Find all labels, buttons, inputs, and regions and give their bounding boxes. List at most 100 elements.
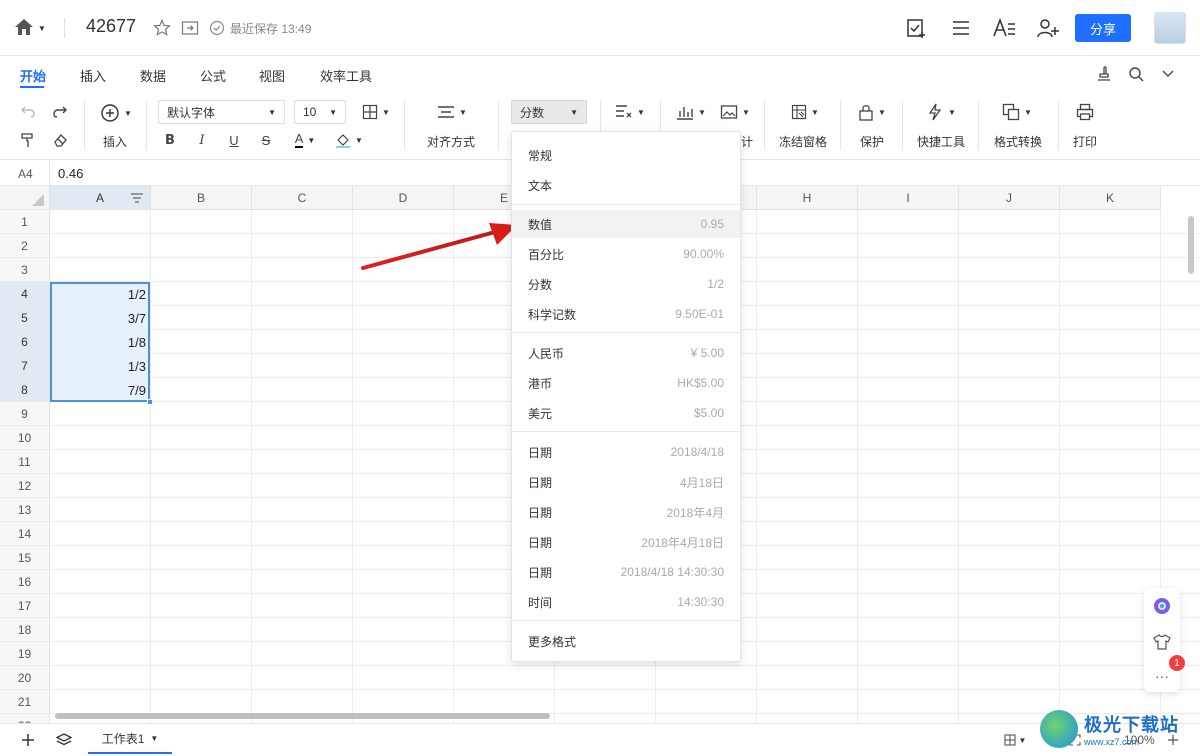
cell-reference[interactable]: A4 xyxy=(18,167,33,181)
row-header-1[interactable]: 1 xyxy=(0,210,50,234)
row-header-14[interactable]: 14 xyxy=(0,522,50,546)
home-button[interactable]: ▼ xyxy=(14,16,52,40)
row-header-20[interactable]: 20 xyxy=(0,666,50,690)
quick-tools-button[interactable]: ▼ xyxy=(924,102,958,122)
view-mode-button[interactable]: ▼ xyxy=(1000,732,1030,748)
column-header-a[interactable]: A xyxy=(50,186,151,210)
shirt-icon[interactable] xyxy=(1152,632,1172,652)
column-header-d[interactable]: D xyxy=(353,186,454,210)
more-icon[interactable]: ··· xyxy=(1152,666,1172,686)
share-button[interactable]: 分享 xyxy=(1075,14,1131,42)
italic-button[interactable]: I xyxy=(192,130,212,150)
format-menu-item[interactable]: 日期 2018年4月 xyxy=(512,498,740,526)
format-menu-item[interactable]: 百分比 90.00% xyxy=(512,240,740,268)
print-button[interactable] xyxy=(1074,102,1096,122)
image-button[interactable]: ▼ xyxy=(718,102,752,122)
font-family-select[interactable]: 默认字体 ▼ xyxy=(158,100,285,124)
brush-icon[interactable] xyxy=(1092,62,1116,86)
ai-assistant-icon[interactable] xyxy=(1152,596,1172,616)
format-convert-button[interactable]: ▼ xyxy=(1000,102,1034,122)
protect-button[interactable]: ▼ xyxy=(856,102,888,122)
row-header-18[interactable]: 18 xyxy=(0,618,50,642)
avatar[interactable] xyxy=(1154,12,1186,44)
cell-a5[interactable]: 3/7 xyxy=(50,306,150,330)
font-size-select[interactable]: 10 ▼ xyxy=(294,100,346,124)
text-format-icon[interactable] xyxy=(992,16,1016,40)
tab-data[interactable]: 数据 xyxy=(140,66,166,85)
row-header-5[interactable]: 5 xyxy=(0,306,50,330)
row-header-19[interactable]: 19 xyxy=(0,642,50,666)
borders-button[interactable]: ▼ xyxy=(358,102,394,122)
chart-button[interactable]: ▼ xyxy=(674,102,708,122)
cell-a8[interactable]: 7/9 xyxy=(50,378,150,402)
eraser-icon[interactable] xyxy=(50,130,70,150)
freeze-panes-button[interactable]: ▼ xyxy=(788,102,822,122)
fill-handle[interactable] xyxy=(147,399,153,405)
sheet-tab[interactable]: 工作表1 ▼ xyxy=(88,724,172,754)
vertical-scrollbar[interactable] xyxy=(1188,216,1194,274)
row-header-15[interactable]: 15 xyxy=(0,546,50,570)
row-header-10[interactable]: 10 xyxy=(0,426,50,450)
font-color-button[interactable]: A ▼ xyxy=(288,128,322,152)
row-header-8[interactable]: 8 xyxy=(0,378,50,402)
format-menu-item[interactable]: 更多格式 xyxy=(512,627,740,655)
select-all-corner[interactable] xyxy=(0,186,50,210)
task-check-icon[interactable] xyxy=(904,16,928,40)
row-header-4[interactable]: 4 xyxy=(0,282,50,306)
row-header-2[interactable]: 2 xyxy=(0,234,50,258)
format-painter-icon[interactable] xyxy=(18,130,38,150)
cell-a4[interactable]: 1/2 xyxy=(50,282,150,306)
chevron-down-icon[interactable] xyxy=(1156,62,1180,86)
format-menu-item[interactable]: 人民币 ¥ 5.00 xyxy=(512,339,740,367)
undo-icon[interactable] xyxy=(18,102,38,122)
format-menu-item[interactable]: 日期 2018/4/18 xyxy=(512,438,740,466)
formula-input[interactable]: 0.46 xyxy=(58,166,83,181)
tab-insert[interactable]: 插入 xyxy=(80,66,106,85)
column-header-k[interactable]: K xyxy=(1060,186,1161,210)
format-menu-item[interactable]: 常规 xyxy=(512,141,740,169)
tab-home[interactable]: 开始 xyxy=(20,66,46,85)
column-header-h[interactable]: H xyxy=(757,186,858,210)
format-menu-item[interactable]: 科学记数 9.50E-01 xyxy=(512,300,740,328)
row-header-13[interactable]: 13 xyxy=(0,498,50,522)
star-icon[interactable] xyxy=(152,18,172,38)
row-header-21[interactable]: 21 xyxy=(0,690,50,714)
tab-formula[interactable]: 公式 xyxy=(200,66,226,85)
conditional-format-button[interactable]: ▼ xyxy=(614,102,646,122)
menu-icon[interactable] xyxy=(949,16,973,40)
format-menu-item[interactable]: 分数 1/2 xyxy=(512,270,740,298)
row-header-6[interactable]: 6 xyxy=(0,330,50,354)
row-header-22[interactable]: 22 xyxy=(0,714,50,723)
column-header-j[interactable]: J xyxy=(959,186,1060,210)
format-menu-item[interactable]: 日期 2018/4/18 14:30:30 xyxy=(512,558,740,586)
align-button[interactable]: ▼ xyxy=(436,102,468,122)
row-header-12[interactable]: 12 xyxy=(0,474,50,498)
add-sheet-icon[interactable] xyxy=(18,730,38,750)
fill-color-button[interactable]: ▼ xyxy=(332,128,366,152)
row-header-11[interactable]: 11 xyxy=(0,450,50,474)
column-header-i[interactable]: I xyxy=(858,186,959,210)
horizontal-scrollbar[interactable] xyxy=(55,713,550,719)
row-header-9[interactable]: 9 xyxy=(0,402,50,426)
doc-title[interactable]: 42677 xyxy=(86,16,136,37)
filter-icon[interactable] xyxy=(130,191,144,208)
insert-button[interactable]: ▼ xyxy=(98,102,134,124)
bold-button[interactable]: B xyxy=(160,130,180,150)
column-header-c[interactable]: C xyxy=(252,186,353,210)
tab-view[interactable]: 视图 xyxy=(259,66,285,85)
number-format-select[interactable]: 分数 ▼ xyxy=(511,100,587,124)
row-header-3[interactable]: 3 xyxy=(0,258,50,282)
row-header-7[interactable]: 7 xyxy=(0,354,50,378)
cell-a7[interactable]: 1/3 xyxy=(50,354,150,378)
format-menu-item[interactable]: 时间 14:30:30 xyxy=(512,588,740,616)
cell-a6[interactable]: 1/8 xyxy=(50,330,150,354)
sheet-list-icon[interactable] xyxy=(54,730,74,750)
strikethrough-button[interactable]: S xyxy=(256,130,276,150)
row-header-17[interactable]: 17 xyxy=(0,594,50,618)
underline-button[interactable]: U xyxy=(224,130,244,150)
search-icon[interactable] xyxy=(1124,62,1148,86)
format-menu-item[interactable]: 港币 HK$5.00 xyxy=(512,369,740,397)
column-header-b[interactable]: B xyxy=(151,186,252,210)
format-menu-item[interactable]: 日期 2018年4月18日 xyxy=(512,528,740,556)
move-to-folder-icon[interactable] xyxy=(180,18,200,38)
